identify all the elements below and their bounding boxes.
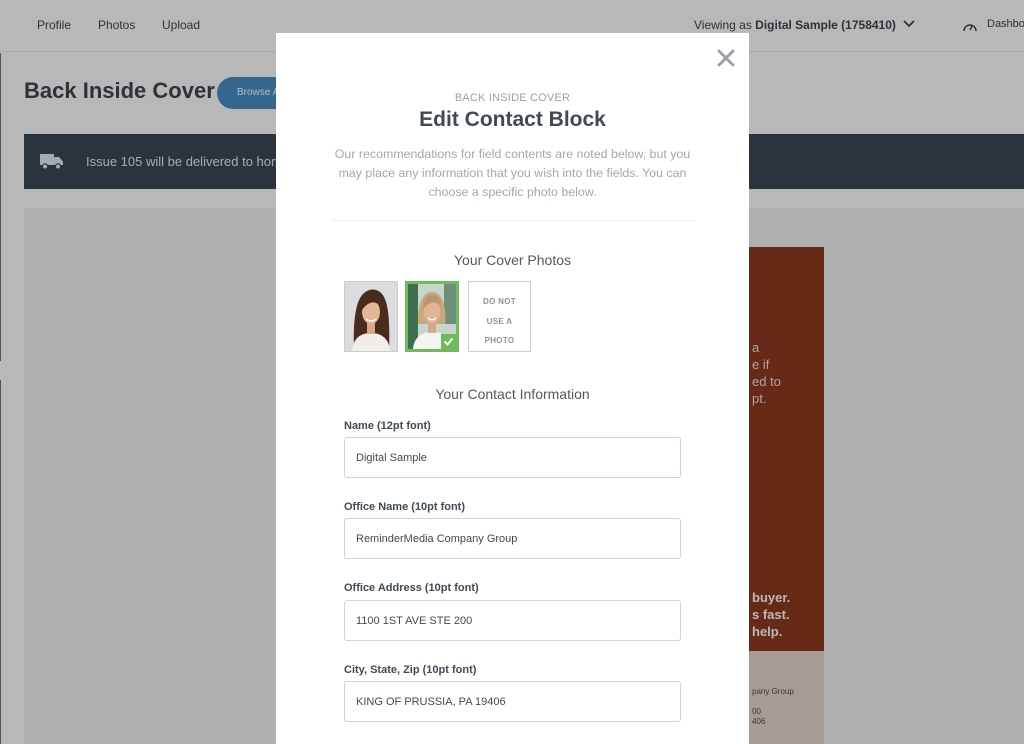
contact-info-heading: Your Contact Information [435, 386, 590, 402]
name-field-label: Name (12pt font) [344, 420, 431, 432]
modal-eyebrow: BACK INSIDE COVER [454, 92, 571, 104]
edit-contact-modal: BACK INSIDE COVER Edit Contact Block Our… [276, 33, 749, 744]
no-photo-line: PHOTO [484, 336, 515, 345]
office-name-field-label: Office Name (10pt font) [344, 501, 466, 513]
cover-photo-option-1[interactable] [344, 281, 398, 352]
office-address-field-label: Office Address (10pt font) [344, 582, 479, 594]
do-not-use-photo-option[interactable]: DO NOT USE A PHOTO [468, 281, 531, 352]
city-state-zip-input[interactable] [344, 681, 681, 722]
cover-photo-option-2-selected[interactable] [405, 281, 459, 352]
selected-check-badge [441, 334, 456, 349]
no-photo-line: USE A [486, 316, 513, 326]
no-photo-line: DO NOT [483, 297, 516, 306]
office-address-input[interactable] [344, 600, 681, 641]
divider [331, 220, 694, 221]
name-input[interactable] [344, 437, 681, 478]
checkmark-icon [443, 337, 454, 346]
portrait-photo-1 [345, 282, 397, 351]
city-state-zip-field-label: City, State, Zip (10pt font) [344, 664, 477, 676]
modal-intro-text: Our recommendations for field contents a… [334, 147, 691, 199]
close-icon[interactable] [715, 47, 737, 69]
cover-photos-heading: Your Cover Photos [454, 252, 571, 268]
office-name-input[interactable] [344, 518, 681, 559]
modal-title: Edit Contact Block [419, 108, 606, 131]
